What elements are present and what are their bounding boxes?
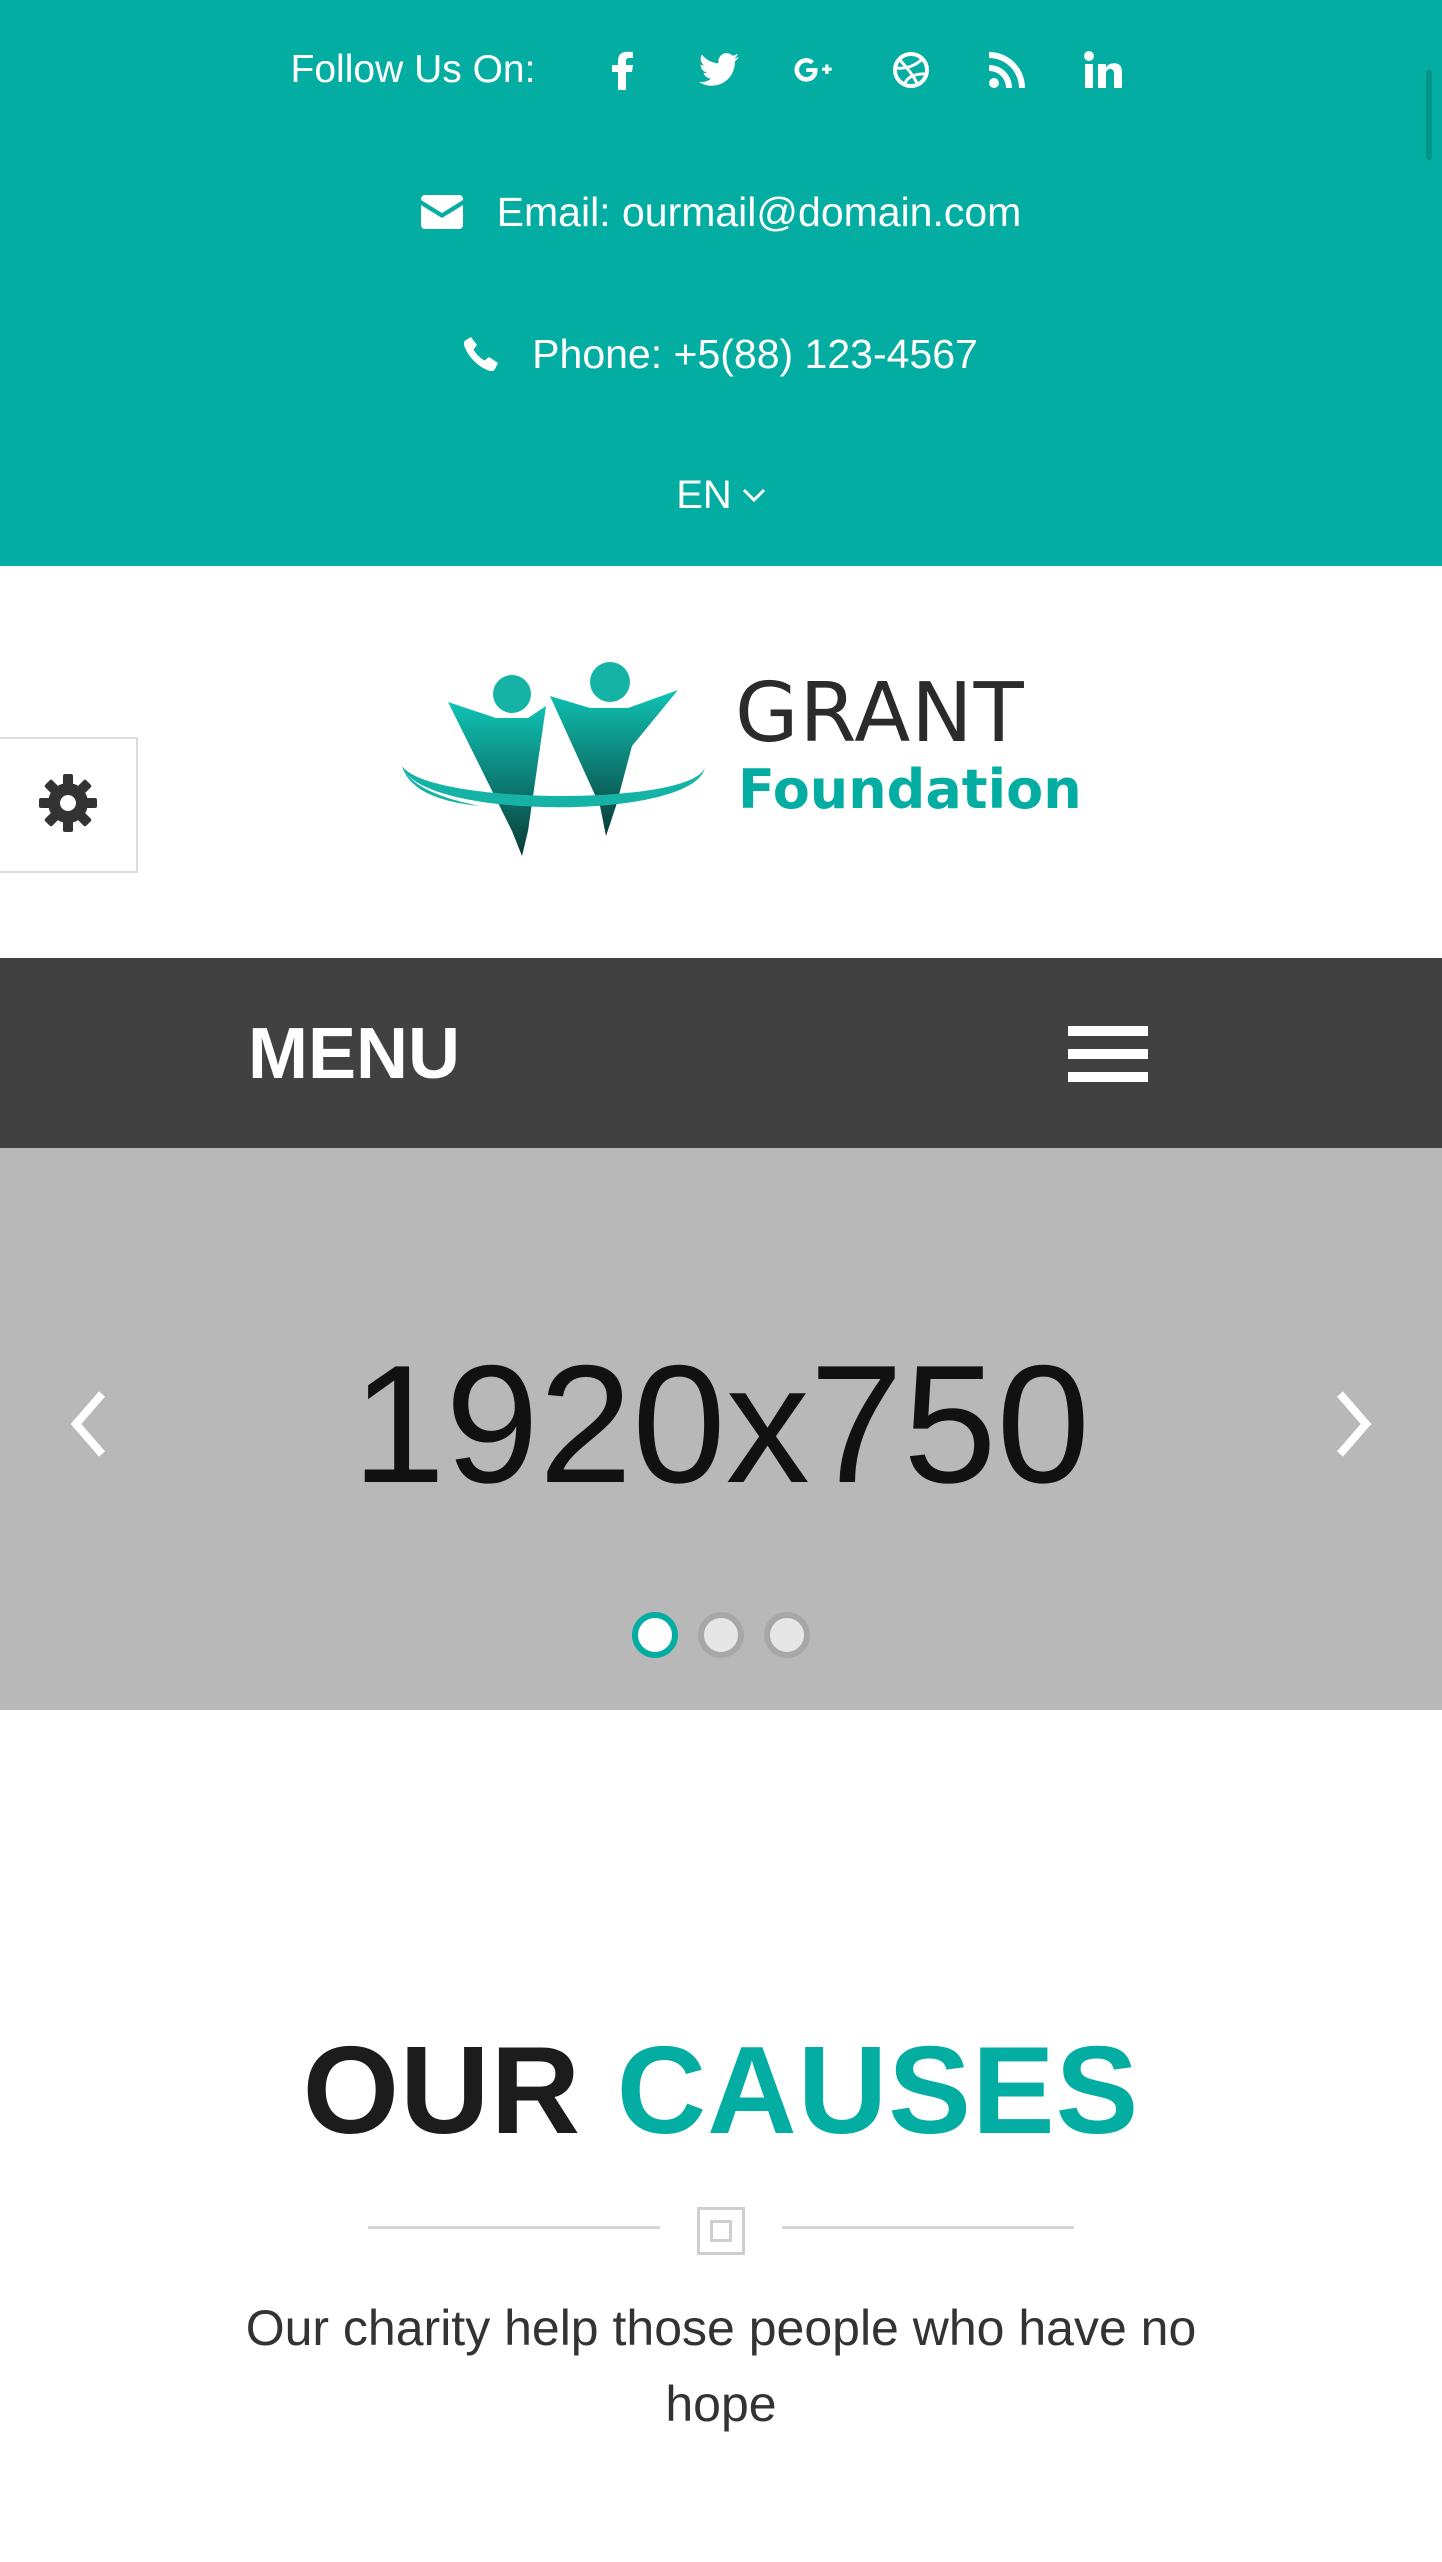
slider-next-arrow-icon[interactable] bbox=[1322, 1384, 1382, 1464]
site-logo[interactable]: GRANT Foundation bbox=[400, 656, 1082, 856]
phone-icon bbox=[464, 337, 499, 371]
slider-pagination bbox=[0, 1612, 1442, 1658]
phone-row: Phone: +5(88) 123-4567 bbox=[0, 324, 1442, 384]
follow-us-label: Follow Us On: bbox=[290, 48, 536, 91]
slider-dot-2[interactable] bbox=[698, 1612, 744, 1658]
language-selector[interactable]: EN bbox=[0, 465, 1442, 525]
settings-toggle-button[interactable] bbox=[0, 737, 138, 873]
social-row: Follow Us On: bbox=[0, 40, 1442, 100]
rss-icon[interactable] bbox=[984, 47, 1030, 93]
chevron-down-icon bbox=[742, 487, 766, 503]
linkedin-icon[interactable] bbox=[1080, 47, 1126, 93]
slider-prev-arrow-icon[interactable] bbox=[60, 1384, 120, 1464]
section-divider bbox=[0, 2199, 1442, 2259]
slider-dot-3[interactable] bbox=[764, 1612, 810, 1658]
email-text[interactable]: Email: ourmail@domain.com bbox=[497, 189, 1022, 236]
menu-label[interactable]: MENU bbox=[248, 1013, 460, 1095]
header-logo-area: GRANT Foundation bbox=[0, 566, 1442, 958]
phone-text[interactable]: Phone: +5(88) 123-4567 bbox=[532, 331, 978, 378]
divider-square-icon bbox=[697, 2207, 745, 2255]
slide-placeholder-text: 1920x750 bbox=[351, 1330, 1091, 1518]
section-title: OUR CAUSES bbox=[0, 2020, 1442, 2162]
section-title-part2: CAUSES bbox=[616, 2022, 1140, 2160]
hero-slider: 1920x750 bbox=[0, 1148, 1442, 1710]
email-row: Email: ourmail@domain.com bbox=[0, 182, 1442, 242]
logo-text-grant: GRANT bbox=[735, 666, 1025, 761]
logo-figures-icon bbox=[402, 662, 705, 856]
divider-line-right bbox=[782, 2226, 1074, 2229]
facebook-icon[interactable] bbox=[600, 47, 646, 93]
twitter-icon[interactable] bbox=[696, 47, 742, 93]
logo-text-foundation: Foundation bbox=[738, 758, 1082, 821]
divider-line-left bbox=[368, 2226, 660, 2229]
gear-icon bbox=[37, 772, 99, 839]
section-subtitle: Our charity help those people who have n… bbox=[245, 2300, 1197, 2432]
main-menu-bar: MENU bbox=[0, 958, 1442, 1148]
hamburger-menu-icon[interactable] bbox=[1068, 1026, 1148, 1082]
envelope-icon bbox=[420, 195, 463, 229]
section-title-part1: OUR bbox=[302, 2022, 582, 2160]
language-label: EN bbox=[676, 472, 732, 517]
slider-dot-1[interactable] bbox=[632, 1612, 678, 1658]
scrollbar[interactable] bbox=[1426, 70, 1432, 160]
google-plus-icon[interactable] bbox=[792, 47, 838, 93]
our-causes-section: OUR CAUSES Our charity help those people… bbox=[0, 1710, 1442, 2562]
top-info-bar: Follow Us On: Email: ourmail@domain.com … bbox=[0, 0, 1442, 566]
dribbble-icon[interactable] bbox=[888, 47, 934, 93]
